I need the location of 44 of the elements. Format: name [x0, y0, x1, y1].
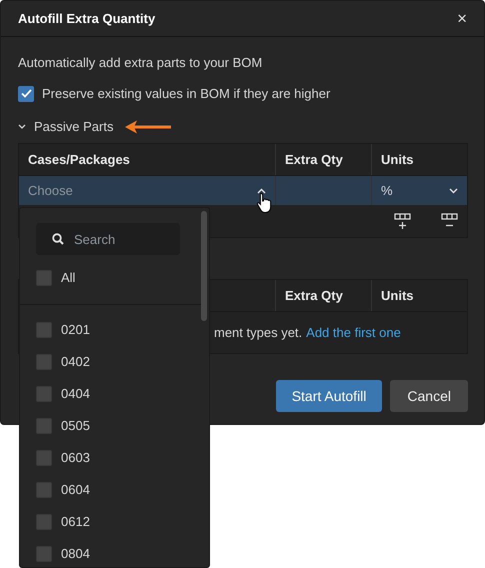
add-link[interactable]: Add the first one — [306, 322, 401, 342]
checkbox[interactable] — [36, 354, 52, 370]
caret-icon — [449, 188, 458, 194]
units-select[interactable]: % — [372, 176, 467, 205]
description-text: Automatically add extra parts to your BOM — [18, 54, 264, 72]
select-all-option[interactable]: All — [20, 262, 209, 294]
checkbox[interactable] — [18, 86, 34, 102]
checkbox[interactable] — [36, 482, 52, 498]
dropdown-option[interactable]: 0505 — [20, 410, 209, 442]
section-title[interactable]: Passive Parts — [34, 116, 114, 136]
column-header: Extra Qty — [276, 144, 372, 175]
column-header: Units — [380, 150, 414, 169]
close-button[interactable]: × — [457, 10, 467, 27]
dropdown-option[interactable]: 0604 — [20, 474, 209, 506]
dropdown-option[interactable]: 0603 — [20, 442, 209, 474]
chevron-icon[interactable] — [18, 124, 26, 129]
dialog-title: Autofill Extra Quantity — [18, 10, 156, 28]
search-field[interactable]: Search — [36, 223, 180, 255]
checkbox-label: Preserve existing values in BOM if they are higher — [42, 84, 330, 103]
dropdown-option[interactable]: 0612 — [20, 506, 209, 538]
table-row[interactable]: Choose % — [19, 176, 467, 205]
column-header: Cases/Packages — [19, 144, 276, 175]
hand-cursor-icon — [256, 192, 274, 214]
checkbox[interactable] — [36, 322, 52, 338]
add-column-icon[interactable] — [394, 212, 411, 230]
dropdown-option[interactable]: 0201 — [20, 314, 209, 346]
checkbox[interactable] — [36, 546, 52, 562]
cancel-button[interactable]: Cancel — [390, 380, 468, 412]
column-header: Extra Qty — [276, 280, 372, 311]
dropdown-option[interactable]: 0402 — [20, 346, 209, 378]
package-select[interactable]: Choose — [28, 180, 266, 200]
empty-message: ment types yet. — [214, 324, 302, 342]
checkbox[interactable] — [36, 386, 52, 402]
checkbox[interactable] — [36, 514, 52, 530]
checkbox[interactable] — [36, 450, 52, 466]
dropdown-option[interactable]: 0804 — [20, 538, 209, 567]
start-button[interactable]: Start Autofill — [276, 380, 382, 412]
checkbox[interactable] — [36, 270, 52, 286]
column-header: Units — [380, 286, 414, 305]
search-icon — [52, 233, 64, 245]
dropdown-option[interactable]: 0404 — [20, 378, 209, 410]
scrollbar[interactable] — [201, 211, 207, 321]
arrow-icon — [125, 120, 172, 134]
checkbox[interactable] — [36, 418, 52, 434]
